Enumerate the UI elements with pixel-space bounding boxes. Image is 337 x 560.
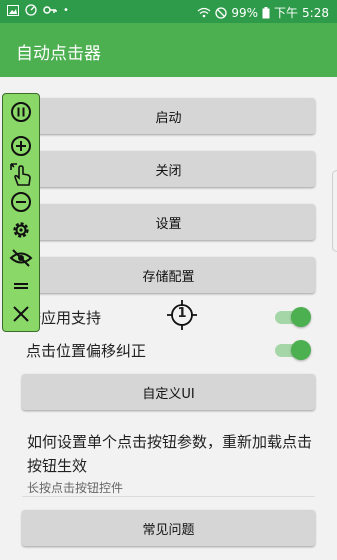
clock-time: 5:28 [302,5,329,20]
click-target-number: 1 [177,306,187,321]
hide-eye-icon[interactable] [9,246,33,270]
battery-icon [262,6,270,18]
help-title: 如何设置单个点击按钮参数，重新加载点击按钮生效 [27,433,313,475]
do-not-disturb-icon [215,6,228,19]
cross-app-switch[interactable] [275,307,311,327]
help-section[interactable]: 如何设置单个点击按钮参数，重新加载点击按钮生效 长按点击按钮控件 [27,430,317,496]
drag-handle-icon[interactable] [9,274,33,298]
offset-fix-switch[interactable] [275,340,311,360]
storage-config-button[interactable]: 存储配置 [22,257,315,293]
edge-panel-handle[interactable] [332,170,337,252]
app-bar: 自动点击器 [0,23,337,77]
remove-icon[interactable] [9,190,33,214]
image-icon [7,4,19,16]
faq-button[interactable]: 常见问题 [22,510,315,546]
battery-percent: 99% [231,5,259,20]
add-icon[interactable] [9,134,33,158]
status-bar: • 99% 下午 5:28 [0,0,337,23]
swipe-hand-icon[interactable] [9,162,33,186]
offset-fix-label: 点击位置偏移纠正 [26,342,147,360]
app-title: 自动点击器 [16,44,101,64]
offset-fix-row: 点击位置偏移纠正 [26,336,311,364]
notification-dot-icon: • [63,4,69,16]
help-subtitle: 长按点击按钮控件 [27,481,124,495]
floating-toolbar[interactable] [2,93,40,332]
settings-button[interactable]: 设置 [22,204,315,240]
wifi-icon [197,7,211,18]
settings-icon[interactable] [9,218,33,242]
custom-ui-button[interactable]: 自定义UI [22,374,315,410]
switch-thumb [291,340,311,360]
start-button[interactable]: 启动 [22,98,315,134]
switch-thumb [291,307,311,327]
click-target[interactable]: 1 [167,300,197,330]
clock-ampm: 下午 [274,6,299,20]
close-button[interactable]: 关闭 [22,151,315,187]
pause-icon[interactable] [9,100,33,124]
speedometer-icon [25,4,37,16]
divider [22,496,315,497]
close-icon[interactable] [9,302,33,326]
key-icon [43,6,57,14]
